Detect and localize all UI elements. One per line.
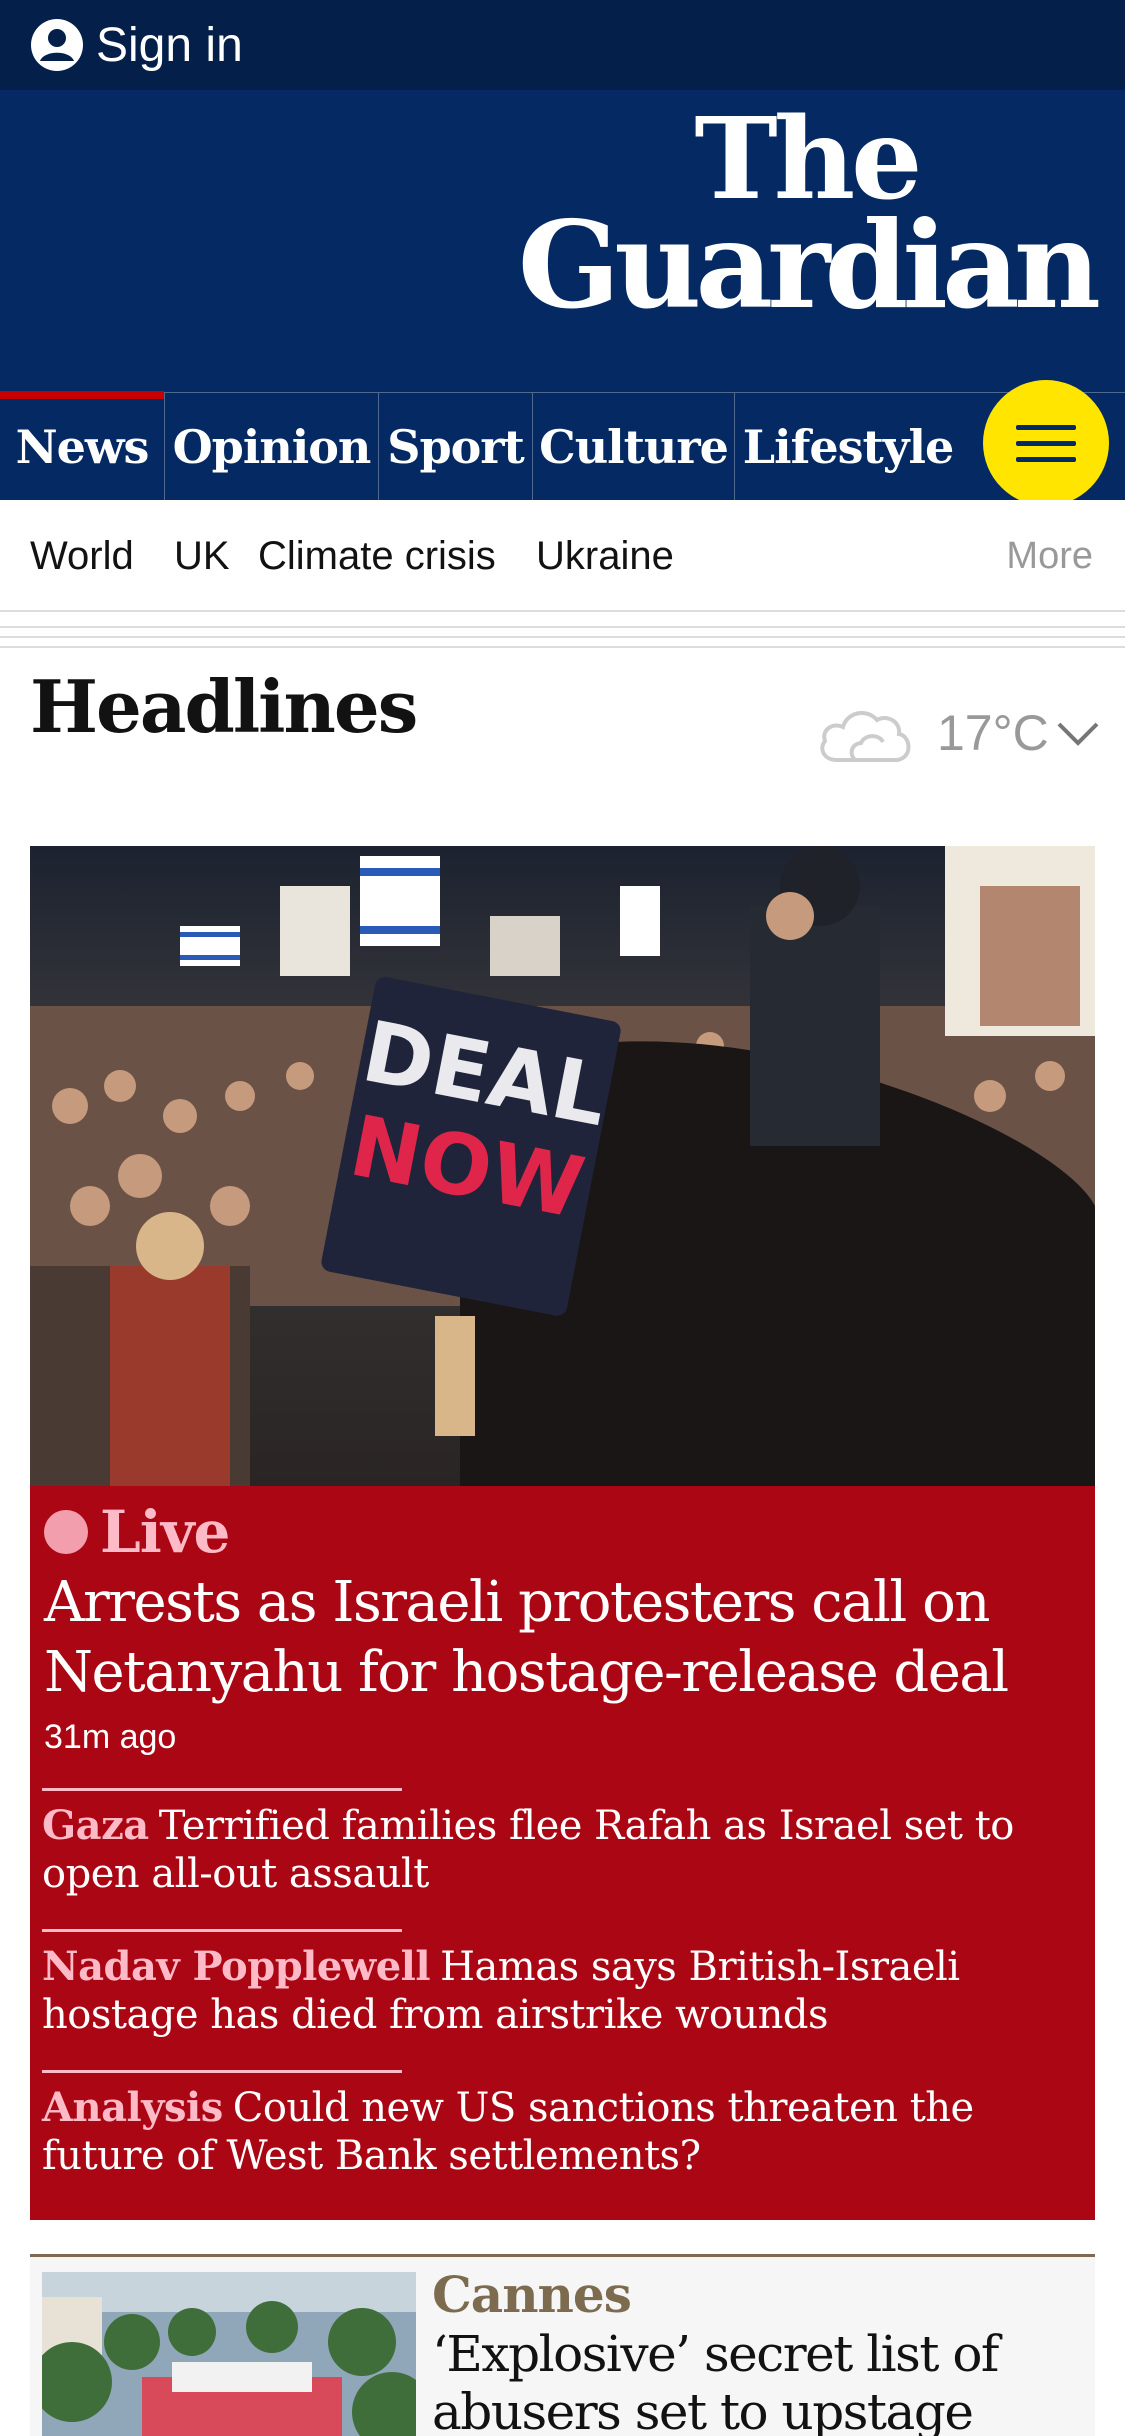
lead-headline[interactable]: Arrests as Israeli protesters call on Ne… <box>44 1568 1074 1708</box>
subnav-world[interactable]: World <box>30 500 134 612</box>
live-kicker: Live <box>44 1496 230 1568</box>
masthead: The Guardian <box>0 90 1125 392</box>
story-kicker: Cannes <box>432 2265 632 2324</box>
user-icon <box>31 19 83 71</box>
sublink-kicker: Gaza <box>42 1802 149 1849</box>
subnav-uk[interactable]: UK <box>174 500 230 612</box>
lead-image: DEAL NOW <box>30 846 1095 1486</box>
story-image <box>42 2272 416 2436</box>
sign-in-label: Sign in <box>96 18 243 72</box>
divider <box>0 626 1125 628</box>
divider <box>0 646 1125 648</box>
pillar-culture[interactable]: Culture <box>533 393 735 500</box>
subnav-climate-crisis[interactable]: Climate crisis <box>258 500 496 612</box>
divider <box>0 636 1125 638</box>
story-headline[interactable]: ‘Explosive’ secret list of abusers set t… <box>432 2325 1082 2436</box>
live-pulse-icon <box>44 1510 88 1554</box>
sublink-kicker: Analysis <box>42 2084 223 2131</box>
pillar-nav: News Opinion Sport Culture Lifestyle <box>0 391 1125 500</box>
sub-nav: World UK Climate crisis Ukraine More <box>0 500 1125 612</box>
subnav-ukraine[interactable]: Ukraine <box>536 500 674 612</box>
timestamp: 31m ago <box>44 1718 177 1756</box>
pillar-news[interactable]: News <box>0 391 165 500</box>
cloud-icon <box>820 710 911 762</box>
temperature: 17°C <box>937 705 1049 761</box>
sublink-hostage[interactable]: Nadav Popplewell Hamas says British-Israe… <box>42 1929 1082 2039</box>
guardian-logo[interactable]: The Guardian <box>517 103 1101 337</box>
sign-in-link[interactable]: Sign in <box>30 16 243 74</box>
pillar-opinion[interactable]: Opinion <box>165 393 379 500</box>
lead-story-card[interactable]: DEAL NOW Live Arrests as Israeli protest… <box>30 846 1095 2220</box>
logo-line-2: Guardian <box>517 195 1101 337</box>
subnav-more[interactable]: More <box>1006 500 1093 612</box>
chevron-down-icon <box>1057 722 1099 746</box>
hamburger-menu-icon[interactable] <box>983 380 1109 506</box>
section-title: Headlines <box>30 664 418 749</box>
sublink-kicker: Nadav Popplewell <box>42 1943 431 1990</box>
pillar-sport[interactable]: Sport <box>379 393 533 500</box>
weather-widget[interactable]: 17°C <box>815 688 1101 778</box>
sublink-gaza[interactable]: Gaza Terrified families flee Rafah as Isr… <box>42 1788 1082 1898</box>
sublink-analysis[interactable]: Analysis Could new US sanctions threaten … <box>42 2070 1082 2180</box>
pillar-lifestyle[interactable]: Lifestyle <box>735 393 961 500</box>
live-label: Live <box>100 1498 230 1566</box>
top-bar: Sign in <box>0 0 1125 90</box>
sublink-text: Terrified families flee Rafah as Israel … <box>42 1803 1014 1897</box>
story-card-cannes[interactable]: Cannes ‘Explosive’ secret list of abuser… <box>30 2254 1095 2436</box>
